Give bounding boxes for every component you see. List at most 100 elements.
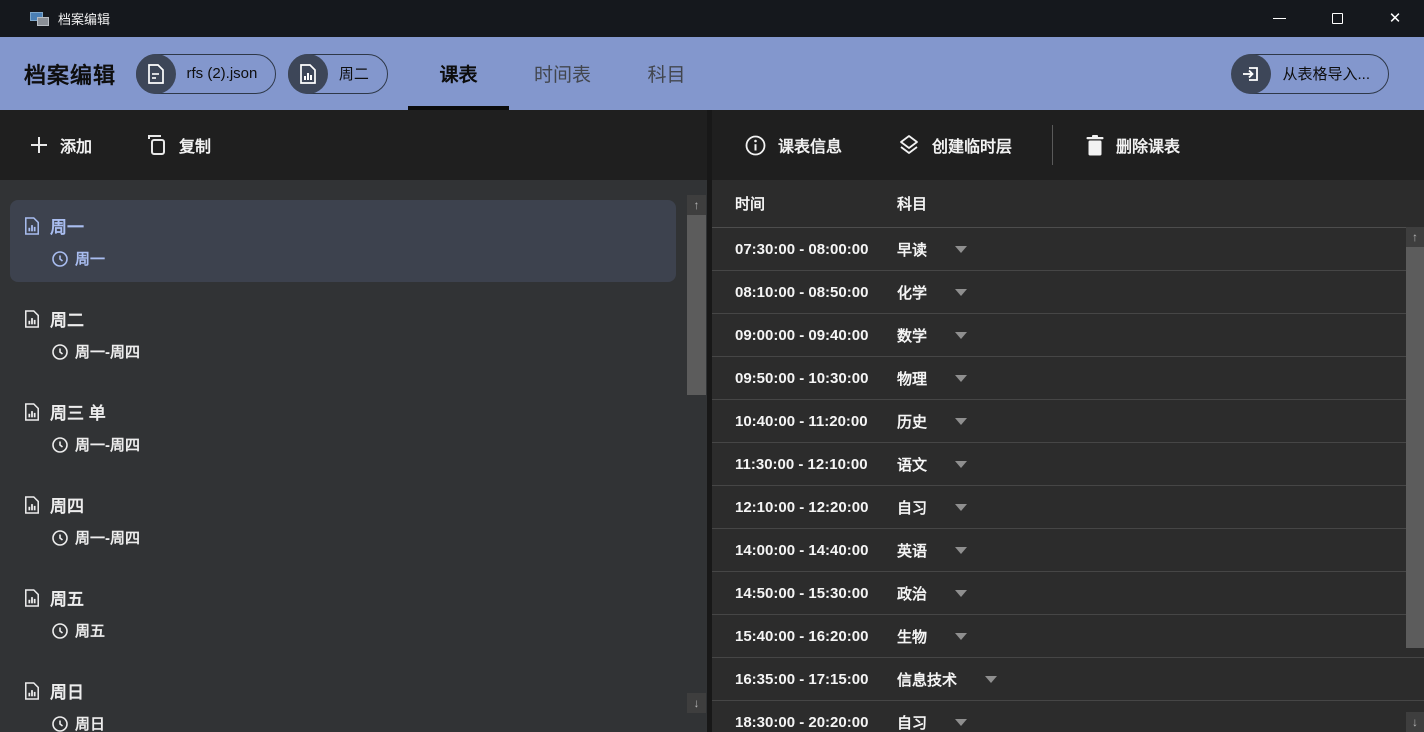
copy-schedule-button[interactable]: 复制 (147, 133, 211, 157)
schedule-list-item[interactable]: 周五 周五 (10, 572, 676, 654)
schedule-rule: 周五 (75, 620, 105, 641)
schedule-list-item[interactable]: 周三 单 周一-周四 (10, 386, 676, 468)
subject-dropdown[interactable]: 物理 (897, 368, 967, 389)
right-scrollbar[interactable]: ↑ ↓ (1406, 227, 1424, 732)
tab-schedule[interactable]: 课表 (408, 37, 509, 110)
tab-timetable[interactable]: 时间表 (512, 37, 613, 110)
clock-icon (52, 716, 68, 732)
minimize-button[interactable] (1250, 0, 1308, 37)
plus-icon (30, 136, 48, 154)
subject-dropdown[interactable]: 早读 (897, 239, 967, 260)
schedule-list-item[interactable]: 周二 周一-周四 (10, 293, 676, 375)
left-scrollbar[interactable]: ↑ ↓ (687, 195, 706, 732)
table-row: 16:35:00 - 17:15:00 信息技术 (712, 658, 1424, 701)
table-row: 18:30:00 - 20:20:00 自习 (712, 701, 1424, 732)
schedule-file-icon (24, 682, 40, 700)
scroll-down-button[interactable]: ↓ (687, 693, 706, 713)
subject-dropdown[interactable]: 生物 (897, 626, 967, 647)
import-icon (1231, 54, 1271, 94)
subject-dropdown[interactable]: 数学 (897, 325, 967, 346)
schedule-name: 周日 (50, 678, 84, 703)
schedule-chip-label: 周二 (339, 63, 369, 84)
time-cell: 15:40:00 - 16:20:00 (712, 628, 897, 645)
chevron-down-icon (955, 461, 967, 468)
scroll-down-button[interactable]: ↓ (1406, 712, 1424, 732)
info-icon (745, 135, 766, 156)
schedule-rule: 周一-周四 (75, 434, 140, 455)
subject-dropdown[interactable]: 英语 (897, 540, 967, 561)
subject-dropdown[interactable]: 政治 (897, 583, 967, 604)
maximize-icon (1332, 13, 1343, 24)
chevron-down-icon (955, 719, 967, 726)
import-button-label: 从表格导入... (1282, 63, 1370, 84)
scroll-up-button[interactable]: ↑ (1406, 227, 1424, 247)
time-cell: 08:10:00 - 08:50:00 (712, 284, 897, 301)
left-scrollbar-thumb[interactable] (687, 215, 706, 395)
subject-dropdown[interactable]: 信息技术 (897, 669, 997, 690)
tab-label: 时间表 (534, 60, 591, 87)
chevron-down-icon (955, 375, 967, 382)
schedule-list-item[interactable]: 周一 周一 (10, 200, 676, 282)
app-header: 档案编辑 rfs (2).json 周二 课表 时间表 科目 (0, 37, 1424, 110)
tab-label: 课表 (439, 60, 477, 87)
trash-icon (1086, 135, 1104, 156)
schedule-file-icon (24, 217, 40, 235)
schedule-list-item[interactable]: 周四 周一-周四 (10, 479, 676, 561)
import-from-table-button[interactable]: 从表格导入... (1232, 54, 1389, 94)
time-cell: 07:30:00 - 08:00:00 (712, 241, 897, 258)
create-temp-layer-label: 创建临时层 (932, 133, 1012, 157)
schedule-table: 时间 科目 07:30:00 - 08:00:00 早读 08:10:00 - … (712, 180, 1424, 732)
chevron-down-icon (955, 332, 967, 339)
time-cell: 12:10:00 - 12:20:00 (712, 499, 897, 516)
delete-schedule-button[interactable]: 删除课表 (1086, 133, 1180, 157)
right-toolbar: 课表信息 创建临时层 (712, 110, 1424, 180)
subject-dropdown[interactable]: 自习 (897, 712, 967, 732)
subject-cell-label: 生物 (897, 626, 927, 647)
subject-dropdown[interactable]: 语文 (897, 454, 967, 475)
add-schedule-button[interactable]: 添加 (30, 133, 92, 157)
table-row: 14:00:00 - 14:40:00 英语 (712, 529, 1424, 572)
table-row: 07:30:00 - 08:00:00 早读 (712, 228, 1424, 271)
schedule-info-label: 课表信息 (778, 133, 842, 157)
table-row: 11:30:00 - 12:10:00 语文 (712, 443, 1424, 486)
create-temp-layer-button[interactable]: 创建临时层 (898, 133, 1012, 157)
time-cell: 14:00:00 - 14:40:00 (712, 542, 897, 559)
schedule-name: 周四 (50, 492, 84, 517)
scroll-up-button[interactable]: ↑ (687, 195, 706, 215)
table-row: 15:40:00 - 16:20:00 生物 (712, 615, 1424, 658)
schedule-name: 周三 单 (50, 399, 106, 424)
subject-dropdown[interactable]: 化学 (897, 282, 967, 303)
schedule-info-button[interactable]: 课表信息 (745, 133, 842, 157)
close-icon: ✕ (1389, 11, 1402, 26)
time-cell: 09:50:00 - 10:30:00 (712, 370, 897, 387)
time-cell: 18:30:00 - 20:20:00 (712, 714, 897, 731)
left-toolbar: 添加 复制 (0, 110, 707, 180)
subject-cell-label: 自习 (897, 712, 927, 732)
clock-icon (52, 344, 68, 360)
maximize-button[interactable] (1308, 0, 1366, 37)
add-button-label: 添加 (60, 133, 92, 157)
subject-cell-label: 数学 (897, 325, 927, 346)
layers-icon (898, 134, 920, 156)
clock-icon (52, 530, 68, 546)
schedule-rule: 周一 (75, 248, 105, 269)
subject-dropdown[interactable]: 自习 (897, 497, 967, 518)
copy-icon (147, 135, 167, 156)
schedule-chip[interactable]: 周二 (288, 54, 388, 94)
subject-cell-label: 英语 (897, 540, 927, 561)
schedule-name: 周二 (50, 306, 84, 331)
file-chip-label: rfs (2).json (187, 65, 258, 82)
close-button[interactable]: ✕ (1366, 0, 1424, 37)
table-header: 时间 科目 (712, 180, 1424, 228)
table-row: 09:50:00 - 10:30:00 物理 (712, 357, 1424, 400)
tab-subjects[interactable]: 科目 (616, 37, 717, 110)
table-row: 09:00:00 - 09:40:00 数学 (712, 314, 1424, 357)
right-scrollbar-thumb[interactable] (1406, 247, 1424, 648)
schedule-list-item[interactable]: 周日 周日 (10, 665, 676, 732)
file-chip[interactable]: rfs (2).json (136, 54, 276, 94)
toolbar-divider (1052, 125, 1053, 165)
schedule-list-panel: 添加 复制 (0, 110, 707, 732)
schedule-rule: 周一-周四 (75, 527, 140, 548)
page-title: 档案编辑 (24, 58, 116, 90)
subject-dropdown[interactable]: 历史 (897, 411, 967, 432)
